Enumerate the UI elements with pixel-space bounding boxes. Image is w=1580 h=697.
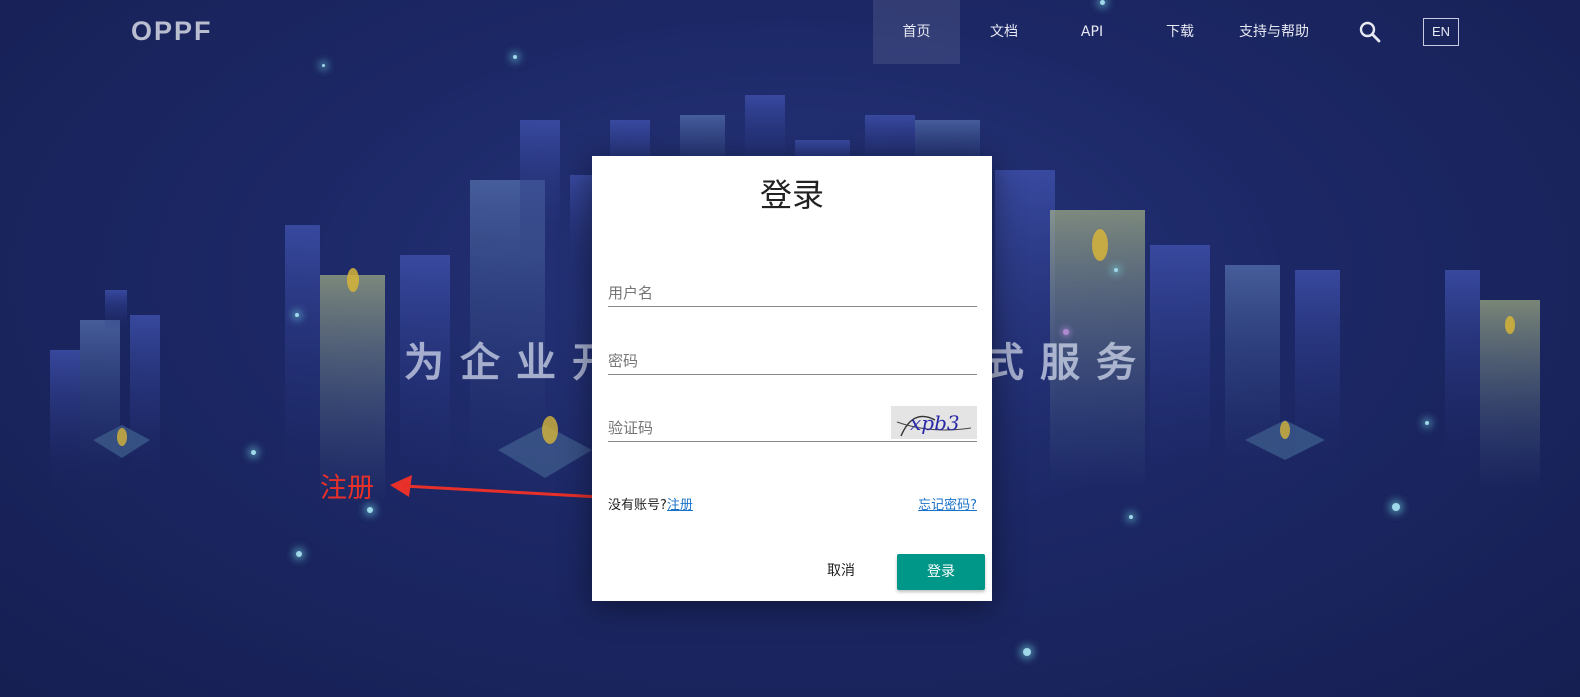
main-nav: 首页 文档 API 下载 支持与帮助 (873, 0, 1324, 64)
password-input[interactable] (608, 352, 977, 370)
login-button[interactable]: 登录 (897, 554, 985, 590)
password-field (608, 338, 977, 375)
nav-item-docs[interactable]: 文档 (960, 0, 1048, 64)
star-dot (1392, 503, 1400, 511)
login-dialog: 登录 xpb3 没有账号?注册 忘记密码? 取消 登录 (592, 156, 992, 601)
no-account-text: 没有账号? (608, 498, 667, 513)
language-toggle-button[interactable]: EN (1423, 18, 1459, 46)
captcha-field: xpb3 (608, 405, 977, 442)
star-dot (367, 507, 373, 513)
captcha-input[interactable] (608, 419, 878, 437)
captcha-text: xpb3 (910, 411, 960, 435)
nav-item-download[interactable]: 下载 (1136, 0, 1224, 64)
nav-item-home[interactable]: 首页 (873, 0, 960, 64)
logo[interactable]: OPPF (131, 16, 213, 47)
star-dot (295, 313, 299, 317)
nav-item-api[interactable]: API (1048, 0, 1136, 64)
forgot-password-link[interactable]: 忘记密码? (918, 494, 977, 513)
register-link[interactable]: 注册 (667, 498, 693, 513)
nav-item-support[interactable]: 支持与帮助 (1224, 0, 1324, 64)
username-input[interactable] (608, 284, 977, 302)
star-dot (1129, 515, 1133, 519)
captcha-image[interactable]: xpb3 (891, 406, 977, 439)
top-navbar: OPPF 首页 文档 API 下载 支持与帮助 EN (0, 0, 1580, 64)
username-field (608, 270, 977, 307)
star-dot (251, 450, 256, 455)
annotation-label: 注册 (320, 473, 374, 504)
star-dot (322, 64, 325, 67)
captcha-noise: xpb3 (896, 411, 972, 437)
search-icon[interactable] (1359, 21, 1381, 43)
star-dot (1425, 421, 1429, 425)
star-dot (1023, 648, 1031, 656)
star-dot (296, 551, 302, 557)
cancel-button[interactable]: 取消 (810, 554, 872, 588)
register-row: 没有账号?注册 (608, 494, 693, 513)
star-dot (1114, 268, 1118, 272)
dialog-title: 登录 (759, 176, 824, 214)
